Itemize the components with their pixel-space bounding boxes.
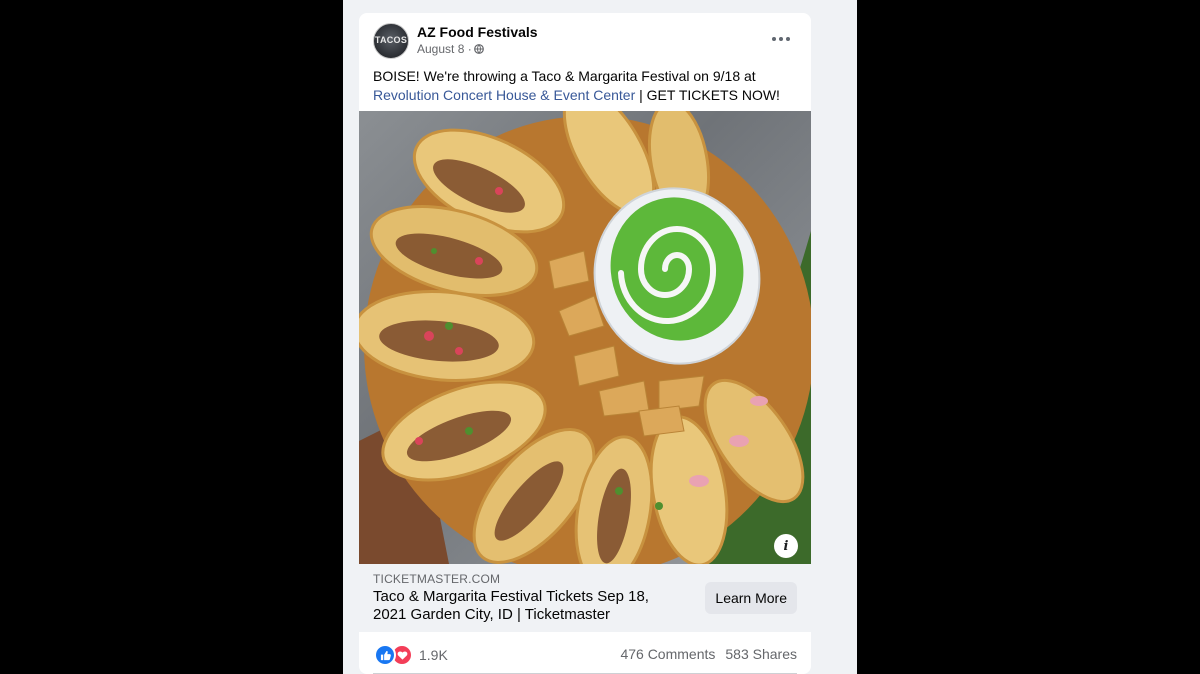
more-options-icon[interactable]: [769, 27, 793, 51]
post-message: BOISE! We're throwing a Taco & Margarita…: [373, 67, 799, 105]
like-icon: [374, 644, 396, 666]
news-feed: TACOS AZ Food Festivals August 8 · BOISE…: [343, 0, 857, 674]
feed-post: TACOS AZ Food Festivals August 8 · BOISE…: [359, 13, 811, 674]
avatar-text: TACOS: [374, 35, 408, 45]
link-preview[interactable]: TICKETMASTER.COM Taco & Margarita Festiv…: [359, 564, 811, 632]
venue-link[interactable]: Revolution Concert House & Event Center: [373, 87, 635, 103]
reactions-count: 1.9K: [419, 647, 448, 663]
post-meta: August 8 ·: [417, 42, 484, 56]
engagement-counts: 476 Comments 583 Shares: [620, 646, 797, 662]
page-name-link[interactable]: AZ Food Festivals: [417, 24, 538, 40]
post-stats: 1.9K 476 Comments 583 Shares: [359, 632, 811, 674]
link-headline[interactable]: Taco & Margarita Festival Tickets Sep 18…: [373, 588, 673, 624]
post-text-start: BOISE! We're throwing a Taco & Margarita…: [373, 68, 756, 84]
comments-count-link[interactable]: 476 Comments: [620, 646, 715, 662]
ad-info-button[interactable]: i: [774, 534, 798, 558]
page-avatar[interactable]: TACOS: [373, 23, 409, 59]
shares-count-link[interactable]: 583 Shares: [725, 646, 797, 662]
globe-icon: [473, 44, 484, 54]
post-image[interactable]: i: [359, 111, 811, 564]
learn-more-button[interactable]: Learn More: [705, 582, 797, 614]
post-text-end: | GET TICKETS NOW!: [635, 87, 780, 103]
reactions-summary[interactable]: 1.9K: [374, 644, 448, 666]
tacos-photo: [359, 111, 811, 564]
post-date-link[interactable]: August 8 ·: [417, 42, 472, 56]
link-domain: TICKETMASTER.COM: [373, 572, 501, 586]
